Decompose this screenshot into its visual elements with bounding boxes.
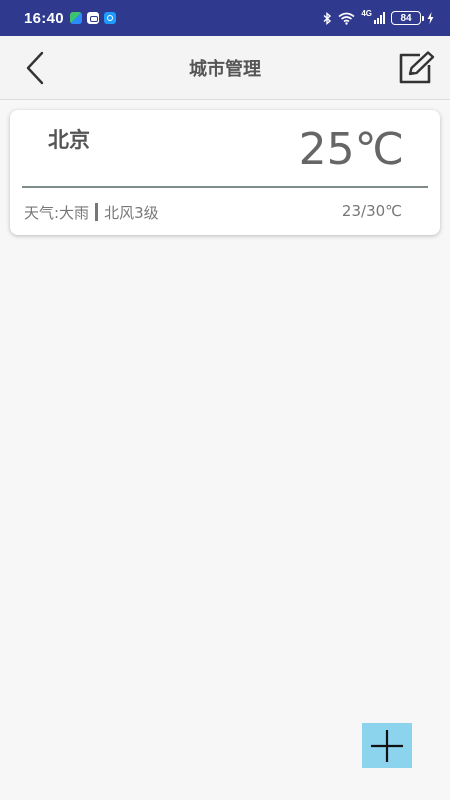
card-divider: [22, 186, 428, 188]
app-header: 城市管理: [0, 36, 450, 100]
separator: [95, 203, 99, 221]
weather-summary: 天气:大雨 北风3级: [24, 202, 159, 223]
network-type-label: 4G: [361, 9, 372, 18]
message-notification-icon: [86, 12, 99, 24]
charging-icon: [427, 12, 434, 24]
page-title: 城市管理: [189, 58, 261, 80]
battery-level: 84: [400, 12, 412, 24]
back-button[interactable]: [18, 50, 52, 86]
chevron-left-icon: [26, 51, 44, 85]
wind-info: 北风3级: [104, 204, 159, 222]
signal-icon: [374, 12, 385, 24]
bluetooth-icon: [323, 11, 332, 25]
search-notification-icon: [103, 12, 116, 24]
weather-condition: 天气:大雨: [24, 204, 90, 222]
city-name: 北京: [48, 128, 90, 152]
wifi-icon: [338, 12, 355, 25]
edit-button[interactable]: [398, 50, 436, 86]
edit-icon: [399, 51, 435, 84]
city-card[interactable]: 北京 25℃ 天气:大雨 北风3级 23/30℃: [10, 110, 440, 235]
status-right-icons: 4G 84: [323, 9, 434, 25]
add-city-button[interactable]: [362, 723, 412, 768]
status-bar: 16:40 4G 84: [0, 0, 450, 36]
battery-indicator: 84: [391, 11, 424, 25]
temperature-range: 23/30℃: [341, 202, 402, 220]
app-notification-icon: [69, 12, 82, 24]
status-time: 16:40: [24, 9, 64, 27]
plus-icon: [371, 729, 403, 762]
notification-icons: [69, 12, 116, 24]
city-temperature: 25℃: [298, 124, 404, 175]
